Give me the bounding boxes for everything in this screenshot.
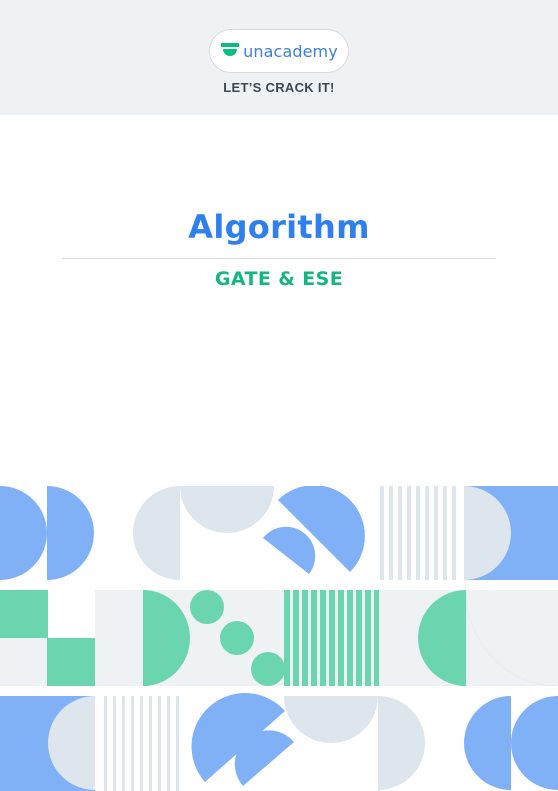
half-circle-shape [511, 696, 558, 790]
brand-name: unacademy [243, 41, 338, 61]
half-circle-shape [180, 486, 274, 533]
cover-title: Algorithm [188, 208, 370, 246]
brand-tagline: LET’S CRACK IT! [223, 80, 335, 95]
circle-shape [220, 621, 254, 655]
circle-shape [251, 652, 285, 686]
unacademy-logo-icon [221, 43, 240, 56]
title-divider [62, 258, 496, 259]
half-circle-shape [378, 696, 425, 790]
square-shape [47, 638, 95, 686]
half-circle-shape [0, 486, 47, 580]
brand-logo: unacademy [209, 29, 349, 73]
half-circle-shape [47, 486, 94, 580]
half-circle-shape [263, 526, 316, 574]
stripe-block [104, 696, 179, 791]
square-shape [48, 590, 95, 638]
half-circle-shape [133, 486, 180, 580]
half-circle-shape [464, 696, 511, 790]
geometric-pattern [0, 486, 558, 791]
cover-subtitle: GATE & ESE [214, 268, 344, 290]
stripe-block [380, 486, 456, 580]
circle-shape [190, 590, 224, 624]
square-shape [0, 590, 48, 638]
half-circle-shape [284, 696, 378, 743]
header-band: unacademy LET’S CRACK IT! [0, 0, 558, 115]
